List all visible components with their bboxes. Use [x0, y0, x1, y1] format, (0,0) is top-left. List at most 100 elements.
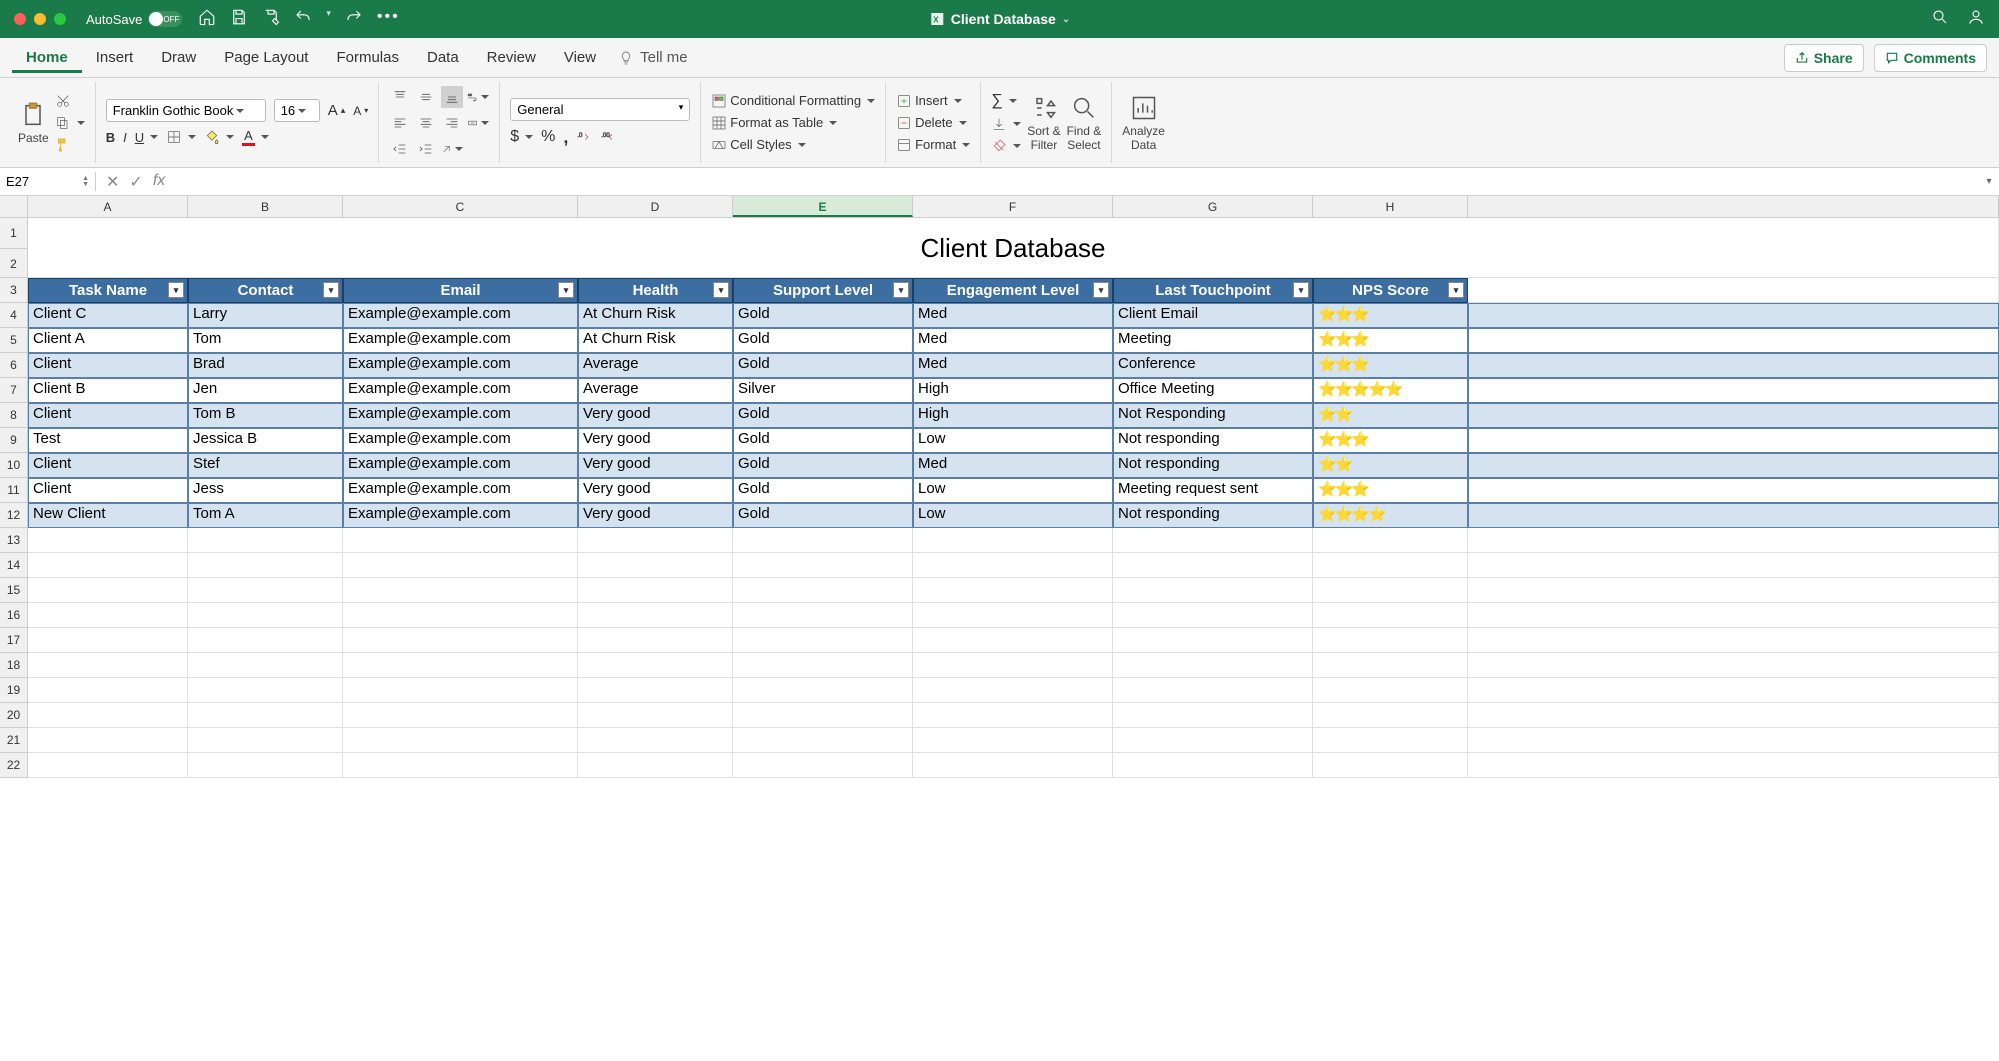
empty-cell[interactable] [1313, 528, 1468, 553]
row-header-20[interactable]: 20 [0, 703, 28, 728]
home-icon[interactable] [198, 8, 216, 31]
row-header-6[interactable]: 6 [0, 353, 28, 378]
empty-cell[interactable] [1113, 753, 1313, 778]
row-header-11[interactable]: 11 [0, 478, 28, 503]
cell-email[interactable]: Example@example.com [343, 303, 578, 328]
cell-styles-button[interactable]: Cell Styles [711, 137, 875, 153]
decrease-indent-button[interactable] [389, 138, 411, 160]
row-header-19[interactable]: 19 [0, 678, 28, 703]
filter-icon[interactable]: ▾ [323, 282, 339, 298]
cell-task[interactable]: Client [28, 353, 188, 378]
cell-engage[interactable]: Low [913, 503, 1113, 528]
cell-email[interactable]: Example@example.com [343, 453, 578, 478]
cell-touch[interactable]: Office Meeting [1113, 378, 1313, 403]
empty-cell[interactable] [1113, 528, 1313, 553]
filter-icon[interactable]: ▾ [1293, 282, 1309, 298]
percent-button[interactable]: % [541, 128, 555, 146]
empty-cell[interactable] [1113, 553, 1313, 578]
table-header-email[interactable]: Email▾ [343, 278, 578, 303]
cell-health[interactable]: At Churn Risk [578, 303, 733, 328]
filter-icon[interactable]: ▾ [713, 282, 729, 298]
underline-button[interactable]: U [135, 130, 158, 145]
select-all-corner[interactable] [0, 196, 28, 217]
tab-view[interactable]: View [550, 43, 610, 73]
tab-formulas[interactable]: Formulas [322, 43, 413, 73]
cell-contact[interactable]: Tom B [188, 403, 343, 428]
empty-cell[interactable] [1113, 603, 1313, 628]
cell-nps[interactable]: ⭐⭐⭐ [1313, 303, 1468, 328]
cell-health[interactable]: Very good [578, 428, 733, 453]
empty-cell[interactable] [188, 653, 343, 678]
cell-contact[interactable]: Jessica B [188, 428, 343, 453]
tab-page-layout[interactable]: Page Layout [210, 43, 322, 73]
cell-task[interactable]: Client B [28, 378, 188, 403]
cell-email[interactable]: Example@example.com [343, 403, 578, 428]
cell-health[interactable]: Very good [578, 453, 733, 478]
cell-touch[interactable]: Meeting request sent [1113, 478, 1313, 503]
empty-cell[interactable] [1113, 678, 1313, 703]
empty-cell[interactable] [733, 553, 913, 578]
font-size-select[interactable]: 16 [274, 99, 320, 122]
search-icon[interactable] [1931, 8, 1949, 31]
cell-engage[interactable]: Low [913, 428, 1113, 453]
align-top-button[interactable] [389, 86, 411, 108]
cell-contact[interactable]: Jen [188, 378, 343, 403]
cell-nps[interactable]: ⭐⭐⭐ [1313, 353, 1468, 378]
cell-touch[interactable]: Conference [1113, 353, 1313, 378]
redo-icon[interactable] [345, 8, 363, 31]
row-header-16[interactable]: 16 [0, 603, 28, 628]
empty-cell[interactable] [188, 578, 343, 603]
empty-cell[interactable] [343, 553, 578, 578]
empty-cell[interactable] [578, 603, 733, 628]
filter-icon[interactable]: ▾ [893, 282, 909, 298]
align-center-button[interactable] [415, 112, 437, 134]
column-header-C[interactable]: C [343, 196, 578, 217]
empty-cell[interactable] [188, 603, 343, 628]
enter-formula-icon[interactable]: ✓ [129, 172, 142, 192]
filter-icon[interactable]: ▾ [558, 282, 574, 298]
empty-cell[interactable] [1113, 628, 1313, 653]
table-header-contact[interactable]: Contact▾ [188, 278, 343, 303]
fill-button[interactable] [991, 116, 1021, 132]
empty-cell[interactable] [1313, 653, 1468, 678]
empty-cell[interactable] [733, 753, 913, 778]
table-header-nps-score[interactable]: NPS Score▾ [1313, 278, 1468, 303]
cell-nps[interactable]: ⭐⭐⭐⭐ [1313, 503, 1468, 528]
autosum-button[interactable]: ∑ [991, 92, 1021, 110]
fill-color-button[interactable] [204, 129, 234, 145]
empty-cell[interactable] [1313, 628, 1468, 653]
empty-cell[interactable] [578, 528, 733, 553]
empty-cell[interactable] [733, 628, 913, 653]
empty-cell[interactable] [913, 528, 1113, 553]
cell-health[interactable]: Very good [578, 403, 733, 428]
format-painter-button[interactable] [55, 137, 85, 153]
cell-support[interactable]: Gold [733, 403, 913, 428]
cell-touch[interactable]: Not responding [1113, 428, 1313, 453]
tab-home[interactable]: Home [12, 43, 82, 73]
empty-cell[interactable] [188, 753, 343, 778]
cell-touch[interactable]: Not Responding [1113, 403, 1313, 428]
empty-cell[interactable] [578, 678, 733, 703]
cell-email[interactable]: Example@example.com [343, 503, 578, 528]
autosave-toggle[interactable]: AutoSave OFF [86, 11, 182, 27]
cell-contact[interactable]: Tom [188, 328, 343, 353]
cell-email[interactable]: Example@example.com [343, 378, 578, 403]
cell-touch[interactable]: Not responding [1113, 453, 1313, 478]
undo-icon[interactable] [294, 8, 312, 31]
formula-input[interactable] [175, 172, 1979, 191]
expand-formula-icon[interactable]: ▾ [1979, 176, 1999, 187]
filter-icon[interactable]: ▾ [1093, 282, 1109, 298]
row-header-12[interactable]: 12 [0, 503, 28, 528]
bold-button[interactable]: B [106, 130, 115, 145]
cell-touch[interactable]: Meeting [1113, 328, 1313, 353]
cell-engage[interactable]: Med [913, 303, 1113, 328]
column-header-A[interactable]: A [28, 196, 188, 217]
empty-cell[interactable] [28, 678, 188, 703]
cell-task[interactable]: Test [28, 428, 188, 453]
empty-cell[interactable] [343, 678, 578, 703]
cell-nps[interactable]: ⭐⭐⭐ [1313, 328, 1468, 353]
align-bottom-button[interactable] [441, 86, 463, 108]
cell-task[interactable]: Client A [28, 328, 188, 353]
empty-cell[interactable] [188, 553, 343, 578]
paste-button[interactable]: Paste [18, 101, 49, 145]
